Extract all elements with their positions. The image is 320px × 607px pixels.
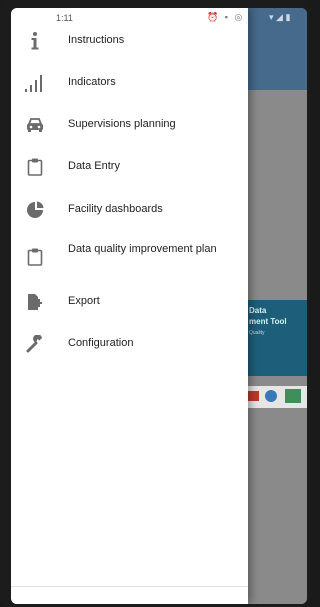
drawer-item-label: Facility dashboards — [68, 203, 163, 215]
drawer-item-label: Instructions — [68, 34, 125, 46]
car-icon — [24, 114, 46, 136]
pie-chart-icon — [24, 199, 46, 221]
drawer-divider — [11, 586, 248, 587]
banner-subtitle: Quality — [249, 330, 265, 336]
clipboard-icon — [24, 156, 46, 178]
navigation-drawer: Instructions Indicators Supervisions pla… — [11, 8, 248, 604]
screen: Data ment Tool Quality 1:11 ⏰ ▪ ◎ ▾ ◢ ▮ … — [11, 8, 307, 604]
signal-bars-icon — [24, 72, 46, 94]
drawer-item-configuration[interactable]: Configuration — [11, 323, 248, 365]
banner-title-line1: Data — [249, 306, 267, 315]
drawer-item-label: Supervisions planning — [68, 118, 176, 130]
drawer-item-data-quality-improvement-plan[interactable]: Data quality improvement plan — [11, 236, 248, 278]
drawer-item-label: Export — [68, 295, 100, 307]
banner-title-line2: ment Tool — [249, 317, 287, 326]
drawer-item-indicators[interactable]: Indicators — [11, 62, 248, 104]
drawer-item-label: Indicators — [68, 76, 116, 88]
partner-logo — [265, 390, 277, 402]
drawer-item-supervisions-planning[interactable]: Supervisions planning — [11, 104, 248, 146]
drawer-item-data-entry[interactable]: Data Entry — [11, 146, 248, 188]
drawer-item-label: Data quality improvement plan — [68, 243, 217, 255]
device-frame: Data ment Tool Quality 1:11 ⏰ ▪ ◎ ▾ ◢ ▮ … — [0, 0, 310, 607]
status-signal-icons: ▾ ◢ ▮ — [269, 12, 291, 22]
status-icons: ⏰ ▪ ◎ — [207, 12, 245, 22]
wrench-icon — [24, 333, 46, 355]
partner-logos — [241, 386, 307, 408]
drawer-item-export[interactable]: Export — [11, 281, 248, 323]
app-banner: Data ment Tool Quality — [241, 300, 307, 376]
status-bar: 1:11 ⏰ ▪ ◎ ▾ ◢ ▮ — [11, 8, 307, 28]
status-time: 1:11 — [56, 13, 73, 23]
drawer-item-label: Configuration — [68, 337, 134, 349]
drawer-item-label: Data Entry — [68, 160, 120, 172]
drawer-item-facility-dashboards[interactable]: Facility dashboards — [11, 189, 248, 231]
info-icon — [24, 30, 46, 52]
partner-logo — [285, 389, 301, 403]
clipboard-icon — [24, 246, 46, 268]
file-export-icon — [24, 291, 46, 313]
